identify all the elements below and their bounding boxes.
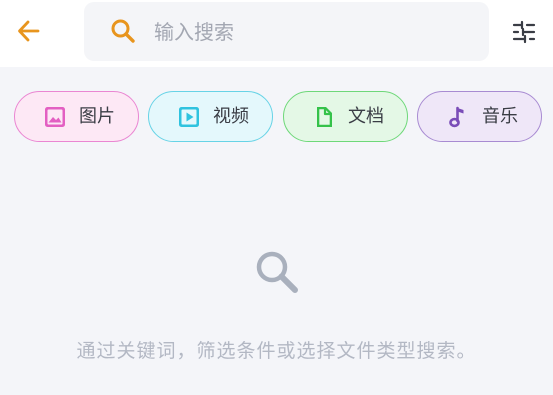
sliders-icon — [512, 20, 536, 44]
search-box[interactable] — [84, 2, 489, 61]
filter-chip-documents[interactable]: 文档 — [283, 91, 408, 142]
music-note-icon — [449, 106, 464, 128]
search-icon — [111, 19, 135, 43]
document-icon — [317, 107, 332, 127]
top-bar — [0, 0, 553, 67]
arrow-left-icon — [18, 20, 40, 42]
filter-chip-label: 音乐 — [482, 106, 518, 127]
filter-chip-label: 视频 — [213, 106, 249, 127]
filter-chip-label: 文档 — [348, 106, 384, 127]
play-video-icon — [179, 107, 199, 127]
file-type-filters: 图片 视频 文档 音乐 — [0, 91, 553, 143]
filter-chip-label: 图片 — [79, 106, 115, 127]
search-icon — [256, 251, 298, 293]
back-button[interactable] — [14, 16, 44, 46]
filter-chip-images[interactable]: 图片 — [14, 91, 139, 142]
filter-settings-button[interactable] — [508, 16, 540, 48]
empty-state-message: 通过关键词，筛选条件或选择文件类型搜索。 — [76, 340, 477, 362]
search-input[interactable] — [154, 14, 474, 50]
image-icon — [45, 107, 65, 127]
filter-chip-videos[interactable]: 视频 — [148, 91, 273, 142]
filter-chip-music[interactable]: 音乐 — [417, 91, 542, 142]
